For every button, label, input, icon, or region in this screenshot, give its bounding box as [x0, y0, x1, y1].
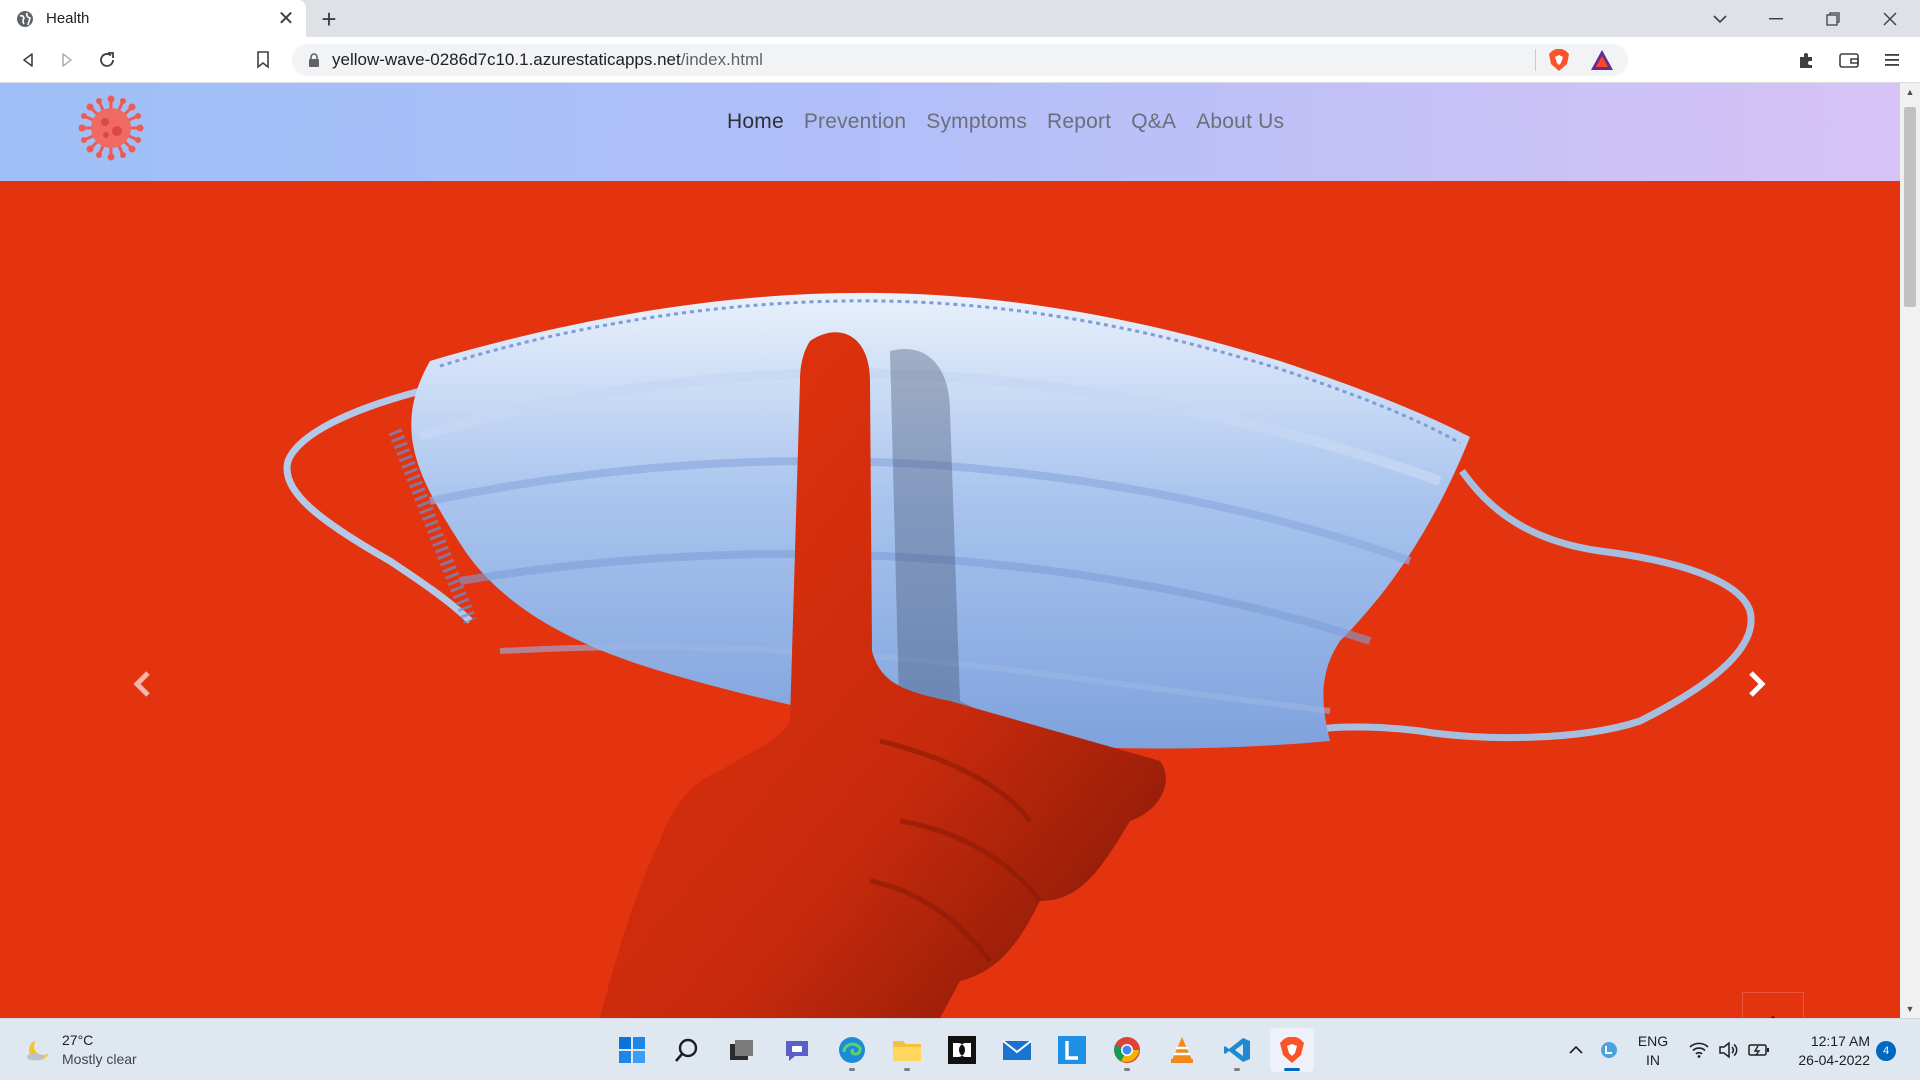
- carousel-prev-button[interactable]: [122, 664, 162, 704]
- url-text: yellow-wave-0286d7c10.1.azurestaticapps.…: [332, 50, 763, 69]
- tab-title: Health: [46, 10, 90, 27]
- page-scrollbar[interactable]: ▲ ▼: [1900, 83, 1920, 1018]
- new-tab-button[interactable]: +: [314, 4, 344, 34]
- tab-search-chevron-icon[interactable]: [1692, 0, 1748, 37]
- show-hidden-icons-chevron-icon[interactable]: [1568, 1019, 1584, 1081]
- wallet-icon[interactable]: [1833, 44, 1865, 76]
- dolby-icon[interactable]: [940, 1028, 984, 1072]
- brave-shields-icon[interactable]: [1548, 48, 1570, 72]
- volume-icon[interactable]: [1718, 1019, 1738, 1081]
- site-header: Home Prevention Symptoms Report Q&A Abou…: [0, 83, 1900, 181]
- vscode-icon[interactable]: [1215, 1028, 1259, 1072]
- file-explorer-icon[interactable]: [885, 1028, 929, 1072]
- scroll-up-arrow-icon[interactable]: ▲: [1900, 83, 1920, 101]
- chat-icon[interactable]: [775, 1028, 819, 1072]
- vlc-icon[interactable]: [1160, 1028, 1204, 1072]
- reload-button[interactable]: [91, 44, 123, 76]
- globe-icon: [17, 10, 33, 27]
- l-app-icon[interactable]: [1050, 1028, 1094, 1072]
- nav-prevention[interactable]: Prevention: [804, 110, 906, 134]
- mail-icon[interactable]: [995, 1028, 1039, 1072]
- task-view-icon[interactable]: [720, 1028, 764, 1072]
- system-clock[interactable]: 12:17 AM 26-04-2022: [1784, 1032, 1870, 1070]
- battery-icon[interactable]: [1748, 1019, 1770, 1081]
- back-button[interactable]: [12, 44, 44, 76]
- carousel-next-button[interactable]: [1737, 664, 1777, 704]
- tab-strip: Health ✕ +: [0, 0, 1920, 37]
- language-indicator[interactable]: ENG IN: [1636, 1032, 1670, 1070]
- moon-weather-icon: [27, 1037, 52, 1061]
- address-bar[interactable]: yellow-wave-0286d7c10.1.azurestaticapps.…: [292, 44, 1628, 76]
- edge-icon[interactable]: [830, 1028, 874, 1072]
- chrome-icon[interactable]: [1105, 1028, 1149, 1072]
- omnibox-divider: [1535, 49, 1536, 71]
- weather-temp: 27°C: [62, 1032, 94, 1048]
- scroll-thumb[interactable]: [1904, 107, 1916, 307]
- virus-logo-icon[interactable]: [78, 95, 144, 161]
- mask-and-finger-image: [283, 292, 1755, 1018]
- browser-tab[interactable]: Health ✕: [0, 0, 306, 37]
- back-to-top-button[interactable]: [1742, 992, 1804, 1018]
- windows-taskbar: 27°C Mostly clear ENG IN 12:17 AM 26-04-…: [0, 1018, 1920, 1080]
- nav-home[interactable]: Home: [727, 110, 784, 134]
- search-icon[interactable]: [665, 1028, 709, 1072]
- main-nav: Home Prevention Symptoms Report Q&A Abou…: [727, 110, 1284, 134]
- weather-desc: Mostly clear: [62, 1051, 137, 1067]
- brave-rewards-icon[interactable]: [1590, 49, 1614, 71]
- menu-icon[interactable]: [1876, 44, 1908, 76]
- close-window-button[interactable]: [1862, 0, 1918, 37]
- start-icon[interactable]: [610, 1028, 654, 1072]
- extensions-icon[interactable]: [1790, 44, 1822, 76]
- weather-widget[interactable]: 27°C Mostly clear: [26, 1031, 137, 1069]
- nav-qa[interactable]: Q&A: [1131, 110, 1176, 134]
- nav-report[interactable]: Report: [1047, 110, 1111, 134]
- minimize-button[interactable]: [1748, 0, 1804, 37]
- page-viewport: Home Prevention Symptoms Report Q&A Abou…: [0, 83, 1900, 1018]
- hero-carousel: [0, 181, 1900, 1018]
- chevron-left-icon: [133, 671, 150, 697]
- taskbar-apps: [610, 1028, 1314, 1072]
- brave-icon[interactable]: [1270, 1028, 1314, 1072]
- browser-toolbar: yellow-wave-0286d7c10.1.azurestaticapps.…: [0, 37, 1920, 83]
- wifi-icon[interactable]: [1689, 1019, 1709, 1081]
- nav-about-us[interactable]: About Us: [1196, 110, 1284, 134]
- nav-symptoms[interactable]: Symptoms: [926, 110, 1027, 134]
- tray-app-icon[interactable]: [1600, 1019, 1618, 1081]
- restore-button[interactable]: [1805, 0, 1861, 37]
- close-tab-icon[interactable]: ✕: [272, 5, 300, 33]
- notification-badge[interactable]: 4: [1876, 1041, 1896, 1061]
- bookmark-icon[interactable]: [247, 44, 279, 76]
- lock-icon: [309, 53, 319, 67]
- chevron-right-icon: [1749, 671, 1766, 697]
- forward-button[interactable]: [51, 44, 83, 76]
- scroll-down-arrow-icon[interactable]: ▼: [1900, 1000, 1920, 1018]
